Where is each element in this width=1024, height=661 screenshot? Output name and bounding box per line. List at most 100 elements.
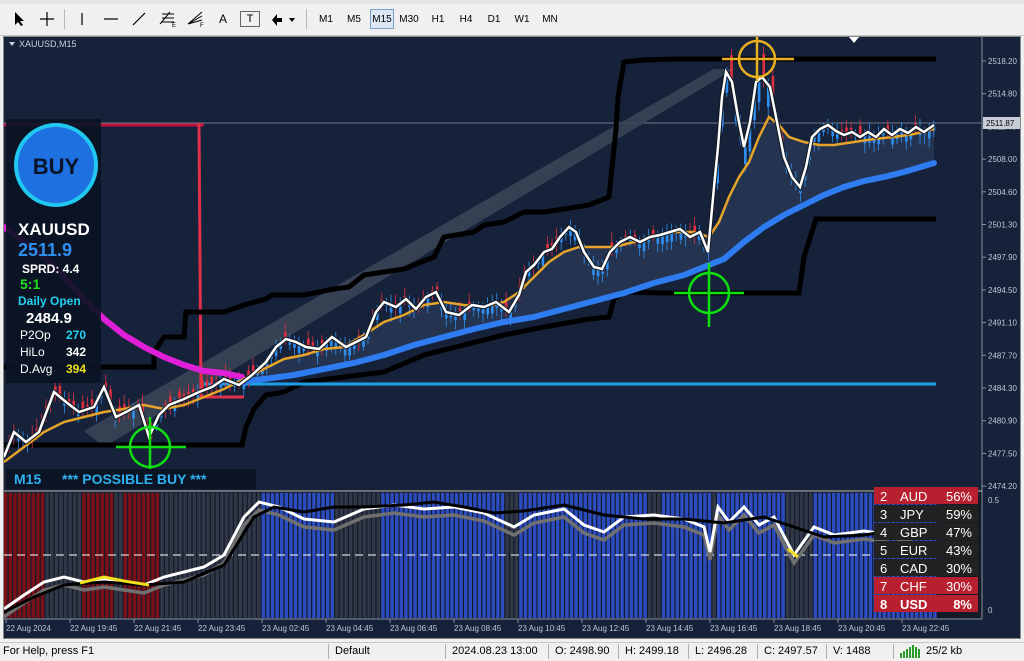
oscillator-bar — [142, 493, 146, 618]
time-axis-label: 22 Aug 2024 — [6, 624, 51, 633]
strength-percent: 59% — [946, 507, 972, 522]
trendline-icon — [132, 12, 146, 26]
panel-daily-open-label: Daily Open — [18, 294, 81, 308]
signal-text: *** POSSIBLE BUY *** — [62, 471, 207, 487]
text-tool-button[interactable]: A — [214, 8, 232, 30]
status-datetime: 2024.08.23 13:00 — [452, 645, 538, 657]
fibonacci-fan-icon: F — [187, 11, 204, 28]
time-axis-label: 23 Aug 22:45 — [902, 624, 950, 633]
status-profile: Default — [335, 645, 370, 657]
cursor-tool-button[interactable] — [8, 8, 30, 30]
price-axis-label: 2487.70 — [988, 351, 1017, 360]
strength-percent: 30% — [946, 579, 972, 594]
status-traffic: 25/2 kb — [926, 645, 963, 657]
timeframe-m5-button[interactable]: M5 — [342, 9, 366, 29]
timeframe-h4-button[interactable]: H4 — [454, 9, 478, 29]
oscillator-bar — [533, 493, 537, 618]
timeframe-w1-button[interactable]: W1 — [510, 9, 534, 29]
horizontal-line-tool-button[interactable] — [100, 8, 122, 30]
timeframe-m1-button[interactable]: M1 — [314, 9, 338, 29]
time-axis-label: 23 Aug 08:45 — [454, 624, 502, 633]
strength-currency: CHF — [900, 579, 927, 594]
label-tool-button[interactable]: T — [240, 11, 260, 27]
time-axis-label: 23 Aug 12:45 — [582, 624, 630, 633]
oscillator-bar — [611, 493, 615, 618]
strength-rank: 7 — [880, 579, 887, 594]
buy-button-label: BUY — [33, 154, 80, 179]
status-bar: For Help, press F1 Default 2024.08.23 13… — [0, 642, 1024, 659]
panel-row-value: 342 — [66, 345, 86, 359]
oscillator-bar — [818, 493, 822, 618]
strength-currency: CAD — [900, 561, 927, 576]
time-axis-label: 23 Aug 10:45 — [518, 624, 566, 633]
timeframe-d1-button[interactable]: D1 — [482, 9, 506, 29]
strength-rank: 8 — [880, 597, 887, 612]
time-axis-label: 22 Aug 23:45 — [198, 624, 246, 633]
oscillator-bar — [454, 493, 459, 618]
strength-percent: 47% — [946, 525, 972, 540]
panel-row-label: HiLo — [20, 345, 45, 359]
status-open: O: 2498.90 — [555, 645, 610, 657]
strength-currency: GBP — [900, 525, 927, 540]
oscillator-bar — [767, 493, 771, 618]
panel-spread: SPRD: 4.4 — [22, 262, 80, 276]
time-axis-label: 23 Aug 02:45 — [262, 624, 310, 633]
time-axis-label: 23 Aug 14:45 — [646, 624, 694, 633]
status-volume: V: 1488 — [833, 645, 871, 657]
oscillator-bar — [832, 493, 836, 618]
time-axis-label: 22 Aug 21:45 — [134, 624, 182, 633]
strength-currency: JPY — [900, 507, 924, 522]
price-axis-label: 2491.10 — [988, 319, 1017, 328]
fibonacci-icon: E — [159, 11, 176, 28]
chart-symbol-label: XAUUSD,M15 — [19, 39, 77, 49]
trendline-tool-button[interactable] — [128, 8, 150, 30]
vertical-line-icon — [81, 13, 83, 25]
status-low: L: 2496.28 — [695, 645, 747, 657]
time-axis-label: 22 Aug 19:45 — [70, 624, 118, 633]
oscillator-bar — [689, 493, 693, 618]
toolbar: E F A T M1 M5 M15 M30 H1 H4 D1 W1 MN — [0, 0, 1024, 36]
oscillator-bar — [326, 493, 330, 618]
panel-row-value: 270 — [66, 328, 86, 342]
timeframe-h1-button[interactable]: H1 — [426, 9, 450, 29]
strength-rank: 2 — [880, 489, 887, 504]
chart-window[interactable]: BUY XAUUSD 2511.9 SPRD: 4.4 5:1 Daily Open 248… — [3, 36, 1021, 639]
timeframe-m30-button[interactable]: M30 — [396, 9, 422, 29]
crosshair-tool-button[interactable] — [36, 8, 58, 30]
time-axis-label: 23 Aug 06:45 — [390, 624, 438, 633]
vertical-line-tool-button[interactable] — [72, 8, 92, 30]
fibonacci-fan-tool-button[interactable]: F — [184, 8, 208, 30]
price-axis-label: 2494.50 — [988, 286, 1017, 295]
toolbar-top-strip — [0, 0, 1024, 4]
price-axis-label: 2484.30 — [988, 384, 1017, 393]
strength-currency: EUR — [900, 543, 927, 558]
candle-body — [744, 147, 747, 165]
svg-text:E: E — [172, 23, 176, 28]
oscillator-bar — [625, 493, 629, 618]
oscillator-bar — [362, 493, 367, 618]
oscillator-bar — [234, 493, 238, 618]
time-axis-label: 23 Aug 16:45 — [710, 624, 758, 633]
strength-rank: 5 — [880, 543, 887, 558]
current-price-label: 2511.87 — [986, 119, 1015, 128]
time-axis-label: 23 Aug 18:45 — [774, 624, 822, 633]
oscillator-bar — [845, 493, 850, 618]
oscillator-bar — [169, 493, 173, 618]
status-help-text: For Help, press F1 — [3, 645, 95, 657]
time-axis-label: 23 Aug 20:45 — [838, 624, 886, 633]
fibonacci-tool-button[interactable]: E — [156, 8, 180, 30]
signal-timeframe: M15 — [14, 471, 41, 487]
timeframe-m15-button[interactable]: M15 — [370, 9, 394, 29]
arrows-tool-button[interactable] — [268, 8, 298, 30]
timeframe-mn-button[interactable]: MN — [538, 9, 562, 29]
price-axis-label: 2514.80 — [988, 90, 1017, 99]
status-close: C: 2497.57 — [764, 645, 818, 657]
sub-axis-label: 0.5 — [988, 496, 1000, 505]
status-high: H: 2499.18 — [625, 645, 679, 657]
panel-row-value: 394 — [66, 362, 86, 376]
price-axis-label: 2480.90 — [988, 417, 1017, 426]
panel-ratio: 5:1 — [20, 276, 40, 292]
oscillator-bar — [77, 493, 81, 618]
price-chart[interactable]: BUYXAUUSD2511.9SPRD: 4.45:1Daily Open248… — [4, 37, 1021, 639]
sub-axis-label: 0 — [988, 606, 993, 615]
